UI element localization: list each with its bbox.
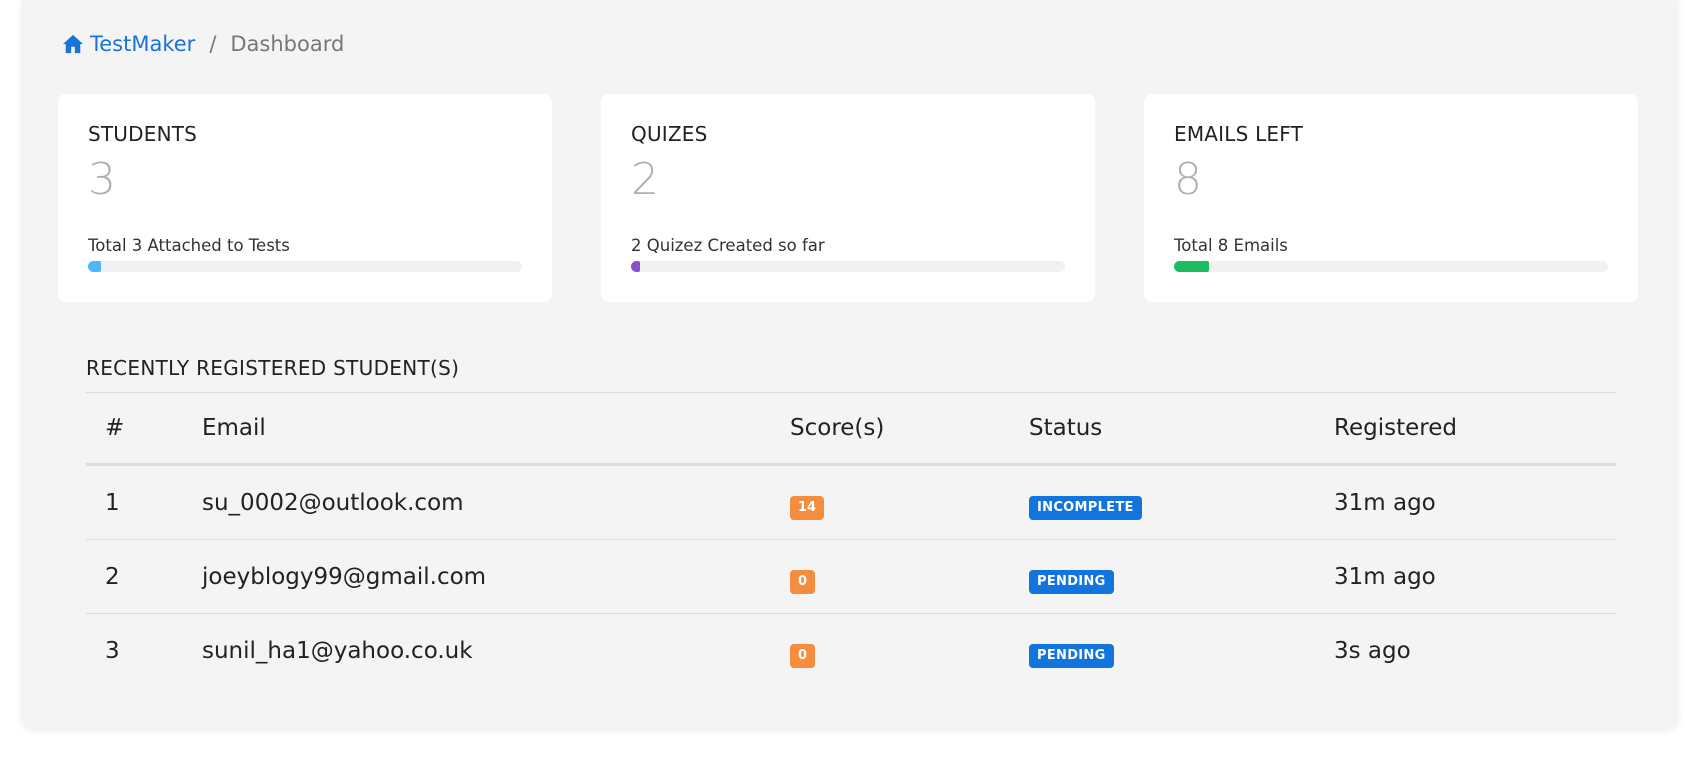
row-status-cell: PENDING	[1029, 614, 1334, 688]
score-badge: 0	[790, 644, 816, 668]
table-row[interactable]: 3 sunil_ha1@yahoo.co.uk 0 PENDING 3s ago	[86, 614, 1616, 688]
card-title: QUIZES	[631, 122, 708, 146]
card-subtitle: Total 3 Attached to Tests	[88, 236, 290, 255]
table-row[interactable]: 1 su_0002@outlook.com 14 INCOMPLETE 31m …	[86, 465, 1616, 540]
dashboard-panel: TestMaker / Dashboard STUDENTS 3 Total 3…	[22, 0, 1678, 728]
breadcrumb-home-link[interactable]: TestMaker	[62, 32, 195, 56]
row-status-cell: INCOMPLETE	[1029, 465, 1334, 540]
quizes-card: QUIZES 2 2 Quizez Created so far	[601, 94, 1095, 302]
column-header-status: Status	[1029, 415, 1103, 441]
status-badge: INCOMPLETE	[1029, 496, 1142, 520]
column-header-scores: Score(s)	[790, 415, 885, 441]
table-header-row: # Email Score(s) Status Registered	[86, 392, 1616, 465]
row-registered: 31m ago	[1334, 563, 1436, 590]
card-progress-track	[631, 261, 1065, 272]
card-title: EMAILS LEFT	[1174, 122, 1304, 146]
row-email: su_0002@outlook.com	[202, 489, 464, 516]
row-registered: 31m ago	[1334, 489, 1436, 516]
row-email: sunil_ha1@yahoo.co.uk	[202, 637, 473, 664]
row-status-cell: PENDING	[1029, 540, 1334, 614]
card-value: 2	[631, 154, 659, 205]
card-progress-fill	[631, 261, 640, 272]
row-score-cell: 0	[790, 540, 1029, 614]
score-badge: 14	[790, 496, 825, 520]
breadcrumb-home-label: TestMaker	[90, 32, 196, 56]
row-score-cell: 14	[790, 465, 1029, 540]
breadcrumb-current: Dashboard	[230, 32, 345, 56]
row-number: 1	[105, 489, 120, 516]
column-header-registered: Registered	[1334, 415, 1457, 441]
emails-left-card: EMAILS LEFT 8 Total 8 Emails	[1144, 94, 1638, 302]
row-registered: 3s ago	[1334, 637, 1411, 664]
column-header-email: Email	[202, 415, 266, 441]
card-progress-fill	[1174, 261, 1209, 272]
row-score-cell: 0	[790, 614, 1029, 688]
row-number: 2	[105, 563, 120, 590]
card-progress-track	[88, 261, 522, 272]
status-badge: PENDING	[1029, 570, 1114, 594]
breadcrumb: TestMaker / Dashboard	[62, 32, 344, 56]
students-card: STUDENTS 3 Total 3 Attached to Tests	[58, 94, 552, 302]
status-badge: PENDING	[1029, 644, 1114, 668]
breadcrumb-separator: /	[209, 32, 217, 56]
row-email: joeyblogy99@gmail.com	[202, 563, 487, 590]
score-badge: 0	[790, 570, 816, 594]
card-progress-track	[1174, 261, 1608, 272]
table-row[interactable]: 2 joeyblogy99@gmail.com 0 PENDING 31m ag…	[86, 540, 1616, 614]
card-progress-fill	[88, 261, 102, 272]
card-value: 8	[1174, 154, 1202, 205]
card-subtitle: Total 8 Emails	[1174, 236, 1288, 255]
card-title: STUDENTS	[88, 122, 198, 146]
home-icon	[63, 34, 83, 54]
column-header-number: #	[105, 415, 125, 441]
recent-students-title: RECENTLY REGISTERED STUDENT(S)	[86, 356, 460, 380]
row-number: 3	[105, 637, 120, 664]
card-subtitle: 2 Quizez Created so far	[631, 236, 825, 255]
recent-students-table: # Email Score(s) Status Registered 1 su_…	[86, 392, 1616, 687]
card-value: 3	[88, 154, 116, 205]
